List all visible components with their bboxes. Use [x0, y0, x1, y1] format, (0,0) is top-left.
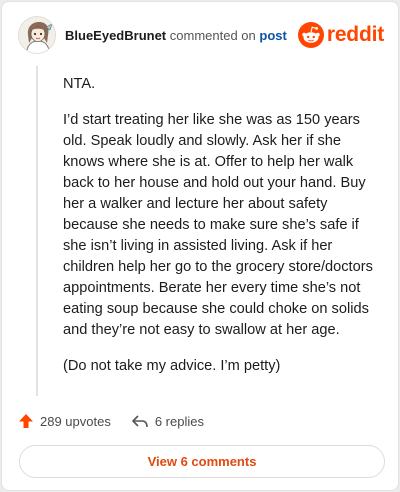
avatar[interactable]	[18, 16, 56, 54]
upvote-count: 289 upvotes	[40, 413, 111, 429]
comment-paragraph: (Do not take my advice. I’m petty)	[63, 358, 281, 374]
commented-on-text: commented on	[169, 28, 256, 43]
reply-arrow-icon	[132, 415, 148, 428]
comment-paragraph: NTA.	[63, 76, 96, 92]
comment-body: NTA. I’d start treating her like she was…	[63, 74, 381, 392]
username[interactable]: BlueEyedBrunet	[65, 28, 166, 43]
reddit-logo[interactable]: reddit	[297, 22, 384, 48]
thread-line[interactable]	[36, 66, 38, 396]
reply-button[interactable]: 6 replies	[131, 413, 204, 429]
reddit-wordmark: reddit	[326, 23, 384, 46]
comment-card: BlueEyedBrunet commented on post reddit …	[1, 1, 399, 491]
reply-count: 6 replies	[154, 413, 204, 429]
reddit-snoo-icon	[297, 22, 324, 48]
avatar-icon	[19, 17, 55, 53]
upvote-button[interactable]: 289 upvotes	[18, 413, 111, 429]
comment-meta: BlueEyedBrunet commented on post	[65, 28, 287, 43]
upvote-arrow-icon	[19, 414, 33, 428]
comment-actions: 289 upvotes 6 replies	[18, 410, 204, 432]
comment-paragraph: I’d start treating her like she was as 1…	[63, 112, 373, 338]
view-comments-button[interactable]: View 6 comments	[19, 445, 385, 478]
post-link[interactable]: post	[259, 28, 286, 43]
